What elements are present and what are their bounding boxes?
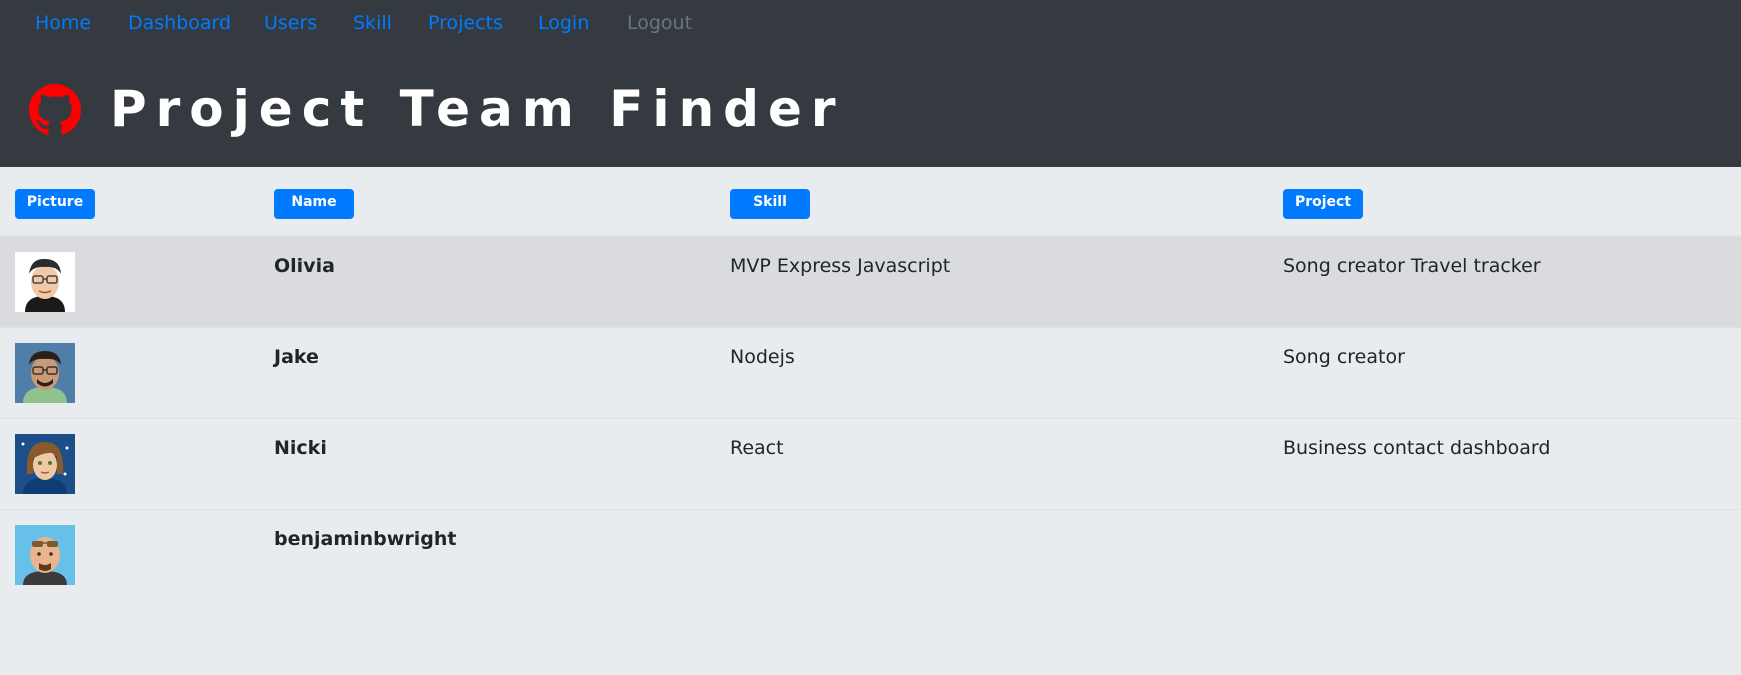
avatar-bald-man-sunglasses-icon (15, 525, 75, 585)
user-name: benjaminbwright (274, 528, 457, 550)
avatar-man-glasses-green-shirt-icon (15, 343, 75, 403)
column-header-project: Project (1283, 189, 1363, 219)
header: Home Dashboard Users Skill Projects Logi… (0, 0, 1741, 167)
github-logo-icon (29, 84, 81, 135)
table-row[interactable]: Olivia MVP Express Javascript Song creat… (0, 237, 1741, 328)
nav-login-link[interactable]: Login (538, 12, 589, 34)
table-row[interactable]: benjaminbwright (0, 510, 1741, 600)
column-header-picture: Picture (15, 189, 95, 219)
user-name: Jake (274, 346, 319, 368)
users-table: Picture Name Skill Project Olivia MVP Ex… (0, 167, 1741, 600)
user-skill: Nodejs (730, 346, 795, 368)
nav-logout-link[interactable]: Logout (627, 12, 692, 34)
user-name: Olivia (274, 255, 335, 277)
user-project: Song creator (1283, 346, 1405, 368)
table-row[interactable]: Jake Nodejs Song creator (0, 328, 1741, 419)
user-skill: React (730, 437, 784, 459)
nav-dashboard-link[interactable]: Dashboard (128, 12, 231, 34)
user-project: Song creator Travel tracker (1283, 255, 1541, 277)
page-title: Project Team Finder (110, 80, 845, 138)
user-skill: MVP Express Javascript (730, 255, 951, 277)
avatar-woman-brown-hair-icon (15, 434, 75, 494)
table-row[interactable]: Nicki React Business contact dashboard (0, 419, 1741, 510)
user-name: Nicki (274, 437, 327, 459)
user-project: Business contact dashboard (1283, 437, 1551, 459)
column-header-name: Name (274, 189, 354, 219)
nav-users-link[interactable]: Users (264, 12, 317, 34)
nav-projects-link[interactable]: Projects (428, 12, 503, 34)
nav-home-link[interactable]: Home (35, 12, 91, 34)
nav-skill-link[interactable]: Skill (353, 12, 392, 34)
column-header-skill: Skill (730, 189, 810, 219)
table-header: Picture Name Skill Project (0, 167, 1741, 237)
avatar-man-glasses-icon (15, 252, 75, 312)
